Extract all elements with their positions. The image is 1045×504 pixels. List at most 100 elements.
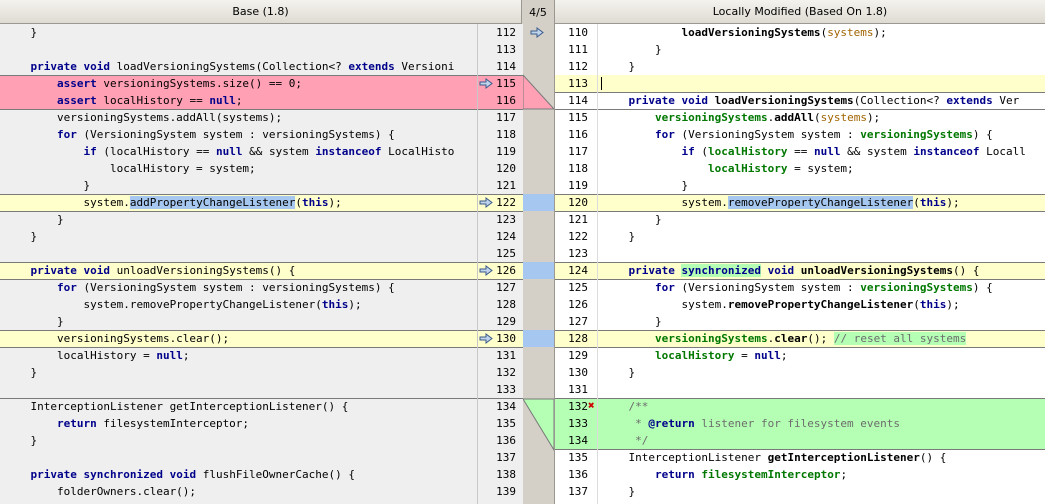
modified-code-pane[interactable]: loadVersioningSystems(systems); } } priv…: [598, 24, 1045, 504]
left-code-line[interactable]: }: [0, 364, 477, 381]
right-code-line[interactable]: /**: [598, 398, 1045, 415]
right-code-line[interactable]: loadVersioningSystems(systems);: [598, 24, 1045, 41]
diff-boundary-line: [478, 279, 523, 280]
right-code-line[interactable]: for (VersioningSystem system : versionin…: [598, 126, 1045, 143]
modified-title: Locally Modified (Based On 1.8): [712, 5, 888, 18]
left-code-line[interactable]: [0, 449, 477, 466]
change-connector-1: [523, 194, 554, 211]
code-token: private void: [30, 264, 110, 277]
code-token: for: [56, 281, 77, 294]
right-code-line[interactable]: * @return listener for filesystem events: [598, 415, 1045, 432]
left-code-line[interactable]: [0, 245, 477, 262]
right-code-line[interactable]: [598, 75, 1045, 92]
left-code-line[interactable]: for (VersioningSystem system : versionin…: [0, 126, 477, 143]
left-code-line[interactable]: }: [0, 177, 477, 194]
right-code-line[interactable]: versioningSystems.clear(); // reset all …: [598, 330, 1045, 347]
right-code-line[interactable]: }: [598, 58, 1045, 75]
left-code-line[interactable]: system.addPropertyChangeListener(this);: [0, 194, 477, 211]
left-code-line[interactable]: }: [0, 432, 477, 449]
diff-arrow-icon[interactable]: [479, 197, 493, 208]
code-token: addPropertyChangeListener: [129, 196, 296, 209]
code-token: */: [602, 434, 649, 447]
code-token: synchronized: [681, 264, 761, 277]
left-code-line[interactable]: }: [0, 228, 477, 245]
diff-arrow-icon[interactable]: [479, 265, 493, 276]
diff-arrow-icon[interactable]: [479, 333, 493, 344]
diff-boundary-line: [555, 347, 597, 348]
code-token: () {: [953, 264, 980, 277]
left-code-line[interactable]: localHistory = system;: [0, 160, 477, 177]
right-code-line[interactable]: localHistory = null;: [598, 347, 1045, 364]
diff-boundary-line: [555, 449, 597, 450]
left-code-line[interactable]: }: [0, 211, 477, 228]
right-code-line[interactable]: }: [598, 41, 1045, 58]
right-code-line[interactable]: if (localHistory == null && system insta…: [598, 143, 1045, 160]
left-code-line[interactable]: private void loadVersioningSystems(Colle…: [0, 58, 477, 75]
left-line-number: 114: [496, 60, 516, 73]
code-token: }: [4, 213, 64, 226]
left-code-line[interactable]: }: [0, 313, 477, 330]
right-code-line[interactable]: versioningSystems.addAll(systems);: [598, 109, 1045, 126]
right-line-number: 118: [568, 162, 588, 175]
code-token: assert: [56, 77, 97, 90]
right-code-line[interactable]: [598, 381, 1045, 398]
left-code-line[interactable]: assert localHistory == null;: [0, 92, 477, 109]
right-code-line[interactable]: }: [598, 313, 1045, 330]
left-line-number: 113: [496, 43, 516, 56]
right-line-number: 126: [568, 298, 588, 311]
right-line-number: 125: [568, 281, 588, 294]
right-code-line[interactable]: }: [598, 228, 1045, 245]
left-line-number: 117: [496, 111, 516, 124]
left-code-line[interactable]: if (localHistory == null && system insta…: [0, 143, 477, 160]
left-code-line[interactable]: private void unloadVersioningSystems() {: [0, 262, 477, 279]
code-token: this: [302, 196, 329, 209]
left-code-line[interactable]: assert versioningSystems.size() == 0;: [0, 75, 477, 92]
right-code-line[interactable]: [598, 245, 1045, 262]
left-code-line[interactable]: versioningSystems.addAll(systems);: [0, 109, 477, 126]
diff-boundary-line: [598, 92, 1045, 93]
left-code-line[interactable]: for (VersioningSystem system : versionin…: [0, 279, 477, 296]
left-code-line[interactable]: [0, 381, 477, 398]
right-code-line[interactable]: system.removePropertyChangeListener(this…: [598, 296, 1045, 313]
code-token: ();: [807, 332, 834, 345]
diff-boundary-line: [0, 194, 477, 195]
right-code-line[interactable]: */: [598, 432, 1045, 449]
right-code-line[interactable]: }: [598, 177, 1045, 194]
diff-arrow-icon[interactable]: [530, 27, 544, 38]
diff-boundary-line: [0, 330, 477, 331]
code-token: localHistory =: [4, 349, 157, 362]
left-code-line[interactable]: localHistory = null;: [0, 347, 477, 364]
right-line-number: 129: [568, 349, 588, 362]
right-code-line[interactable]: }: [598, 364, 1045, 381]
right-code-line[interactable]: return filesystemInterceptor;: [598, 466, 1045, 483]
right-code-line[interactable]: system.removePropertyChangeListener(this…: [598, 194, 1045, 211]
code-token: && system: [242, 145, 316, 158]
right-code-line[interactable]: for (VersioningSystem system : versionin…: [598, 279, 1045, 296]
code-token: (: [813, 111, 821, 124]
code-token: (: [913, 298, 920, 311]
left-code-line[interactable]: versioningSystems.clear();: [0, 330, 477, 347]
left-code-line[interactable]: folderOwners.clear();: [0, 483, 477, 500]
left-code-line[interactable]: return filesystemInterceptor;: [0, 415, 477, 432]
right-code-line[interactable]: localHistory = system;: [598, 160, 1045, 177]
code-token: filesystemInterceptor;: [96, 417, 250, 430]
diff-arrow-icon[interactable]: [479, 78, 493, 89]
right-code-line[interactable]: private void loadVersioningSystems(Colle…: [598, 92, 1045, 109]
left-code-line[interactable]: }: [0, 24, 477, 41]
code-token: ) {: [972, 128, 993, 141]
right-code-line[interactable]: }: [598, 211, 1045, 228]
right-code-line[interactable]: InterceptionListener getInterceptionList…: [598, 449, 1045, 466]
left-code-line[interactable]: InterceptionListener getInterceptionList…: [0, 398, 477, 415]
code-token: extends: [348, 60, 395, 73]
right-code-line[interactable]: private synchronized void unloadVersioni…: [598, 262, 1045, 279]
code-token: systems: [820, 111, 867, 124]
right-code-line[interactable]: }: [598, 483, 1045, 500]
base-code-pane[interactable]: } private void loadVersioningSystems(Col…: [0, 24, 477, 504]
left-code-line[interactable]: [0, 41, 477, 58]
error-x-icon[interactable]: ✖: [588, 400, 597, 411]
left-code-line[interactable]: system.removePropertyChangeListener(this…: [0, 296, 477, 313]
left-code-line[interactable]: private synchronized void flushFileOwner…: [0, 466, 477, 483]
code-token: ;: [780, 349, 788, 362]
